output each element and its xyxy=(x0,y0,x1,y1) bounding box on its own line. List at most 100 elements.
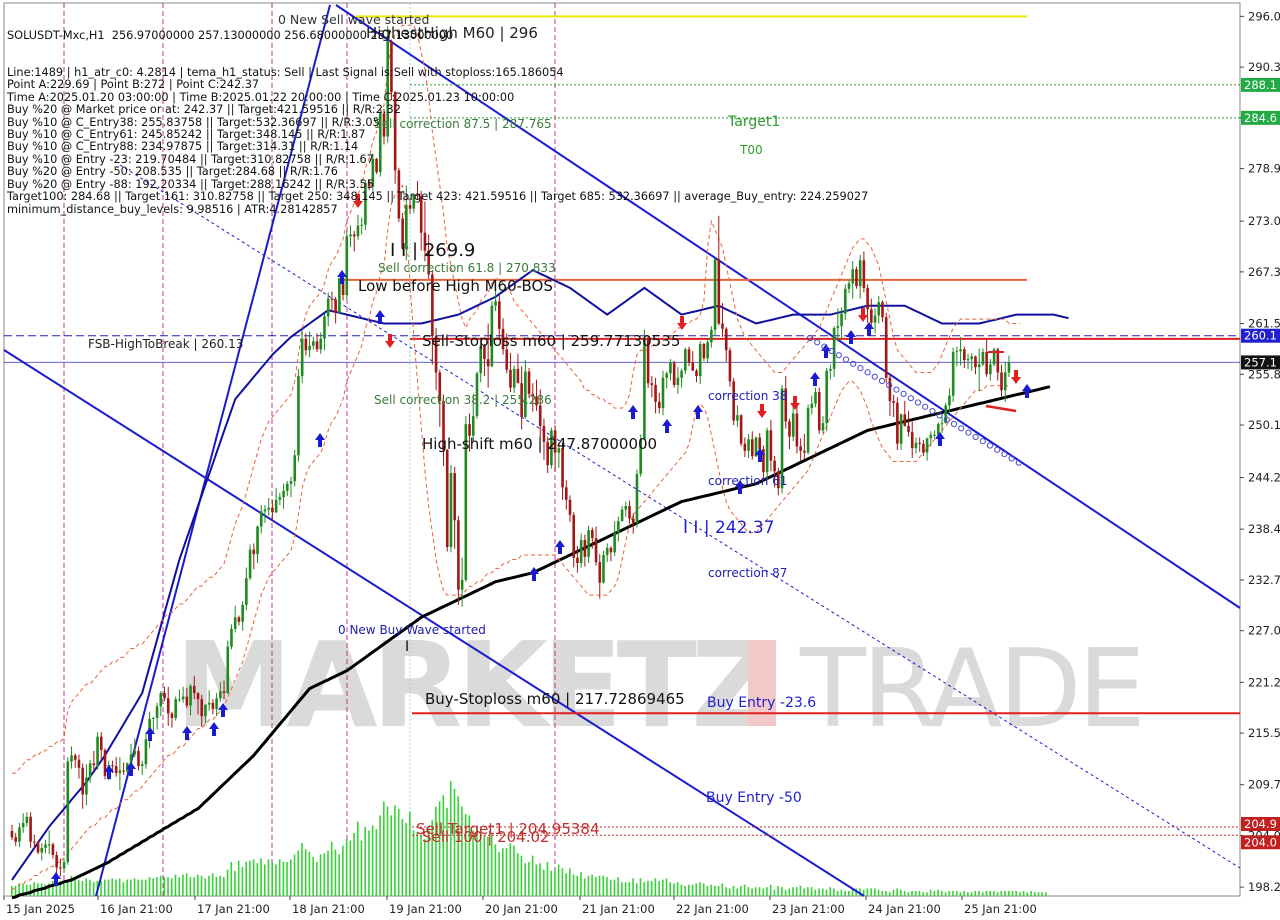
candle-body xyxy=(598,562,602,583)
candle-body xyxy=(278,497,282,500)
y-tick-label: 296.0 xyxy=(1248,9,1280,23)
volume-bar xyxy=(1015,890,1017,896)
candle-body xyxy=(650,383,654,385)
volume-bar xyxy=(721,883,724,896)
volume-bar xyxy=(609,879,612,896)
candle-body xyxy=(974,356,977,368)
candle-body xyxy=(230,628,233,647)
volume-bar xyxy=(498,851,500,896)
chart-info-panel: SOLUSDT-Mxc,H1 256.97000000 257.13000000… xyxy=(7,5,868,228)
volume-bar xyxy=(77,879,80,896)
candle-body xyxy=(330,298,334,300)
candle-body xyxy=(312,341,315,346)
y-tick-label: 221.2 xyxy=(1248,675,1280,689)
candle-body xyxy=(237,617,241,622)
volume-bar xyxy=(728,888,731,896)
candle-body xyxy=(289,481,293,484)
volume-bar xyxy=(271,861,273,896)
volume-bar xyxy=(542,869,545,896)
candle-body xyxy=(170,713,174,718)
volume-bar xyxy=(208,875,210,896)
level-label: Buy-Stoploss m60 | 217.72869465 xyxy=(425,690,685,708)
volume-bar xyxy=(163,877,166,896)
candle-body xyxy=(159,693,163,707)
volume-bar xyxy=(955,890,958,896)
volume-bar xyxy=(513,845,515,896)
volume-bar xyxy=(1022,890,1025,896)
volume-bar xyxy=(423,839,426,896)
volume-bar xyxy=(941,890,943,896)
volume-bar xyxy=(1037,892,1040,896)
volume-bar xyxy=(866,888,869,896)
y-tick-label: 198.2 xyxy=(1248,880,1280,894)
volume-bar xyxy=(650,880,653,896)
volume-bar xyxy=(647,880,649,896)
volume-bar xyxy=(66,880,69,896)
volume-bar xyxy=(557,864,560,896)
candle-body xyxy=(858,260,862,287)
volume-bar xyxy=(985,890,988,896)
volume-bar xyxy=(673,883,675,896)
candle-body xyxy=(896,402,899,444)
volume-bar xyxy=(833,888,835,896)
candle-body xyxy=(18,827,21,842)
volume-bar xyxy=(914,890,917,896)
volume-bar xyxy=(836,890,839,896)
volume-bar xyxy=(598,875,601,896)
volume-bar xyxy=(338,854,340,896)
candle-body xyxy=(192,685,196,694)
volume-bar xyxy=(502,848,504,896)
candle-body xyxy=(877,302,881,316)
candle-body xyxy=(628,506,631,519)
candle-body xyxy=(803,450,806,453)
candle-body xyxy=(70,755,73,762)
volume-bar xyxy=(710,884,712,896)
candle-body xyxy=(308,345,311,351)
candle-body xyxy=(840,313,843,327)
volume-bar xyxy=(680,884,683,896)
x-tick-label: 19 Jan 21:00 xyxy=(389,902,462,916)
candle-body xyxy=(602,555,605,583)
volume-bar xyxy=(342,845,344,896)
candle-body xyxy=(743,443,747,451)
volume-bar xyxy=(602,875,605,896)
volume-bar xyxy=(539,863,541,896)
volume-bar xyxy=(654,878,657,896)
volume-bar xyxy=(762,888,765,896)
candle-body xyxy=(460,579,464,590)
candle-body xyxy=(963,349,966,361)
volume-bar xyxy=(81,880,84,896)
volume-bar xyxy=(747,887,750,896)
candle-body xyxy=(457,520,460,590)
price-badge-label: 204.0 xyxy=(1244,835,1277,849)
volume-bar xyxy=(312,856,314,896)
candle-body xyxy=(137,750,140,767)
volume-bar xyxy=(349,840,352,896)
volume-bar xyxy=(249,860,251,896)
volume-bar xyxy=(825,889,828,896)
candle-body xyxy=(773,460,776,472)
candle-body xyxy=(914,442,918,449)
info-line: Point A:229.69 | Point B:272 | Point C:2… xyxy=(7,78,260,92)
candle-body xyxy=(494,301,497,306)
volume-bar xyxy=(974,890,977,896)
volume-bar xyxy=(531,855,534,896)
candle-body xyxy=(981,352,985,365)
candle-body xyxy=(613,532,616,553)
volume-bar xyxy=(665,878,668,896)
candle-body xyxy=(925,438,929,453)
candle-body xyxy=(862,260,866,288)
y-tick-label: 244.2 xyxy=(1248,471,1280,485)
candle-body xyxy=(505,349,509,370)
volume-bar xyxy=(773,889,776,896)
candle-body xyxy=(873,315,877,323)
x-tick-label: 18 Jan 21:00 xyxy=(292,902,365,916)
candle-body xyxy=(814,392,817,404)
volume-bar xyxy=(379,815,381,896)
volume-bar xyxy=(978,890,980,896)
candle-body xyxy=(92,763,96,766)
volume-bar xyxy=(896,888,898,896)
price-badge-label: 257.1 xyxy=(1244,355,1277,369)
candle-body xyxy=(334,299,337,313)
candle-body xyxy=(617,521,620,533)
